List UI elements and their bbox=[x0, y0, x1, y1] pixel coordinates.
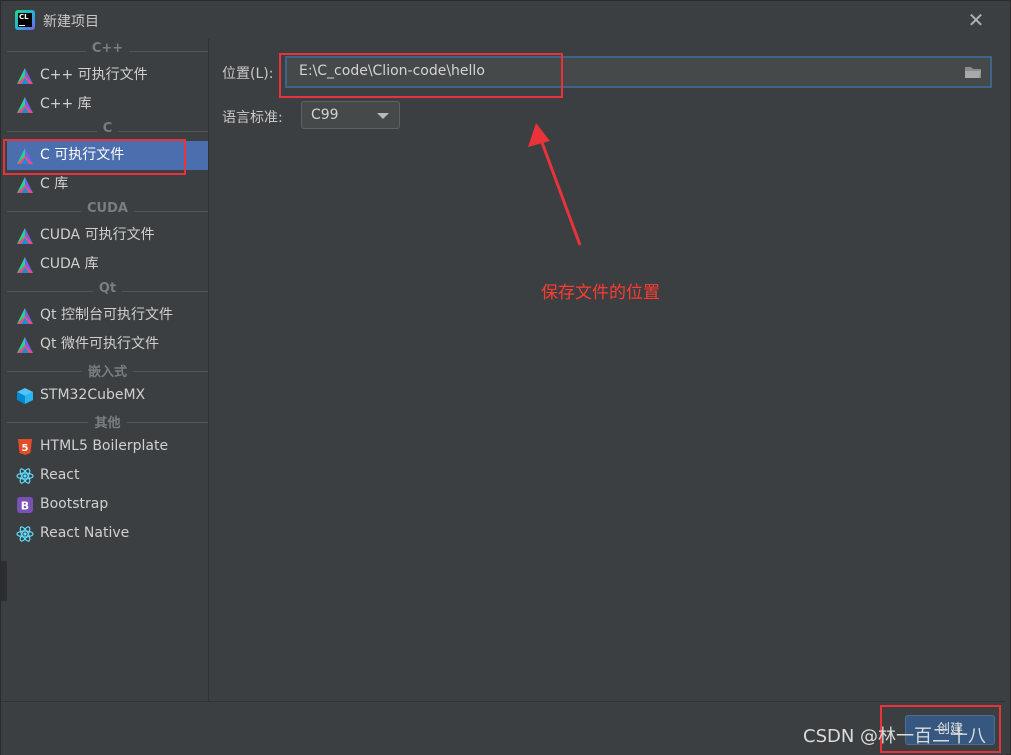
sidebar-item[interactable]: Qt 控制台可执行文件 bbox=[7, 301, 208, 330]
sidebar-item[interactable]: STM32CubeMX bbox=[7, 381, 208, 410]
section-header: 嵌入式 bbox=[7, 359, 208, 381]
sidebar-item-label: CUDA 可执行文件 bbox=[40, 227, 155, 243]
clion-triangle-icon bbox=[16, 336, 34, 354]
folder-icon[interactable] bbox=[964, 65, 982, 79]
sidebar-item-label: CUDA 库 bbox=[40, 256, 99, 272]
section-header: 其他 bbox=[7, 410, 208, 432]
svg-text:B: B bbox=[21, 500, 29, 513]
window-title: 新建项目 bbox=[43, 14, 99, 30]
bootstrap-icon: B bbox=[16, 496, 34, 514]
chevron-down-icon[interactable] bbox=[377, 113, 389, 119]
sidebar-item-label: C++ 库 bbox=[40, 96, 92, 112]
clion-triangle-icon bbox=[16, 96, 34, 114]
highlight-box-location bbox=[279, 53, 563, 98]
sidebar-item-label: Qt 控制台可执行文件 bbox=[40, 307, 173, 323]
language-standard-value[interactable]: C99 bbox=[311, 107, 339, 123]
clion-triangle-icon bbox=[16, 256, 34, 274]
highlight-box-c-executable bbox=[3, 139, 186, 175]
location-label: 位置(L): bbox=[222, 66, 274, 82]
sidebar-item-label: HTML5 Boilerplate bbox=[40, 438, 169, 454]
language-standard-label: 语言标准: bbox=[222, 110, 283, 126]
sidebar-item-label: C++ 可执行文件 bbox=[40, 67, 148, 83]
section-header-label: 嵌入式 bbox=[81, 365, 133, 380]
sidebar-item[interactable]: React bbox=[7, 461, 208, 490]
clion-triangle-icon bbox=[16, 67, 34, 85]
sidebar-item[interactable]: 5 HTML5 Boilerplate bbox=[7, 432, 208, 461]
clion-triangle-icon bbox=[16, 307, 34, 325]
language-standard-select[interactable]: C99 bbox=[301, 101, 400, 129]
sidebar-item[interactable]: B Bootstrap bbox=[7, 490, 208, 519]
close-icon[interactable]: ✕ bbox=[965, 9, 987, 31]
react-icon bbox=[16, 467, 34, 485]
sidebar-item[interactable]: React Native bbox=[7, 519, 208, 548]
section-header-label: CUDA bbox=[81, 201, 134, 216]
sidebar-item-label: STM32CubeMX bbox=[40, 387, 146, 403]
annotation-arrow bbox=[528, 123, 582, 246]
sidebar-item-label: Bootstrap bbox=[40, 496, 109, 512]
annotation-text: 保存文件的位置 bbox=[541, 283, 660, 303]
clion-triangle-icon bbox=[16, 227, 34, 245]
sidebar-item-label: Qt 微件可执行文件 bbox=[40, 336, 159, 352]
react-icon bbox=[16, 525, 34, 543]
section-header: C++ bbox=[7, 39, 208, 61]
section-header-label: 其他 bbox=[88, 416, 127, 431]
section-header: CUDA bbox=[7, 199, 208, 221]
new-project-dialog: CL 新建项目 ✕ C++ C++ 可执行文件 C++ 库CC 可执行文件 C 库 CU… bbox=[0, 0, 1011, 755]
section-header: Qt bbox=[7, 279, 208, 301]
clion-triangle-icon bbox=[16, 176, 34, 194]
sidebar-item[interactable]: CUDA 可执行文件 bbox=[7, 221, 208, 250]
sidebar-item[interactable]: Qt 微件可执行文件 bbox=[7, 330, 208, 359]
sidebar-item-label: React bbox=[40, 467, 80, 483]
sidebar-item-label: C 库 bbox=[40, 176, 69, 192]
sidebar-item[interactable]: C++ 库 bbox=[7, 90, 208, 119]
section-header-label: Qt bbox=[92, 281, 123, 296]
cube-icon bbox=[16, 387, 34, 405]
section-header-label: C++ bbox=[85, 41, 130, 56]
project-settings-panel: 位置(L): E:\C_code\Clion-code\hello 语言标准: … bbox=[208, 39, 1006, 701]
svg-text:5: 5 bbox=[22, 443, 29, 454]
clion-app-icon: CL bbox=[15, 10, 35, 30]
section-header-label: C bbox=[96, 121, 119, 136]
titlebar: CL 新建项目 ✕ bbox=[1, 1, 1006, 39]
html5-icon: 5 bbox=[16, 438, 34, 456]
section-header: C bbox=[7, 119, 208, 141]
sidebar-item[interactable]: C++ 可执行文件 bbox=[7, 61, 208, 90]
sidebar-item-label: React Native bbox=[40, 525, 130, 541]
sidebar-item[interactable]: CUDA 库 bbox=[7, 250, 208, 279]
watermark: CSDN @林一百二十八 bbox=[803, 726, 987, 747]
